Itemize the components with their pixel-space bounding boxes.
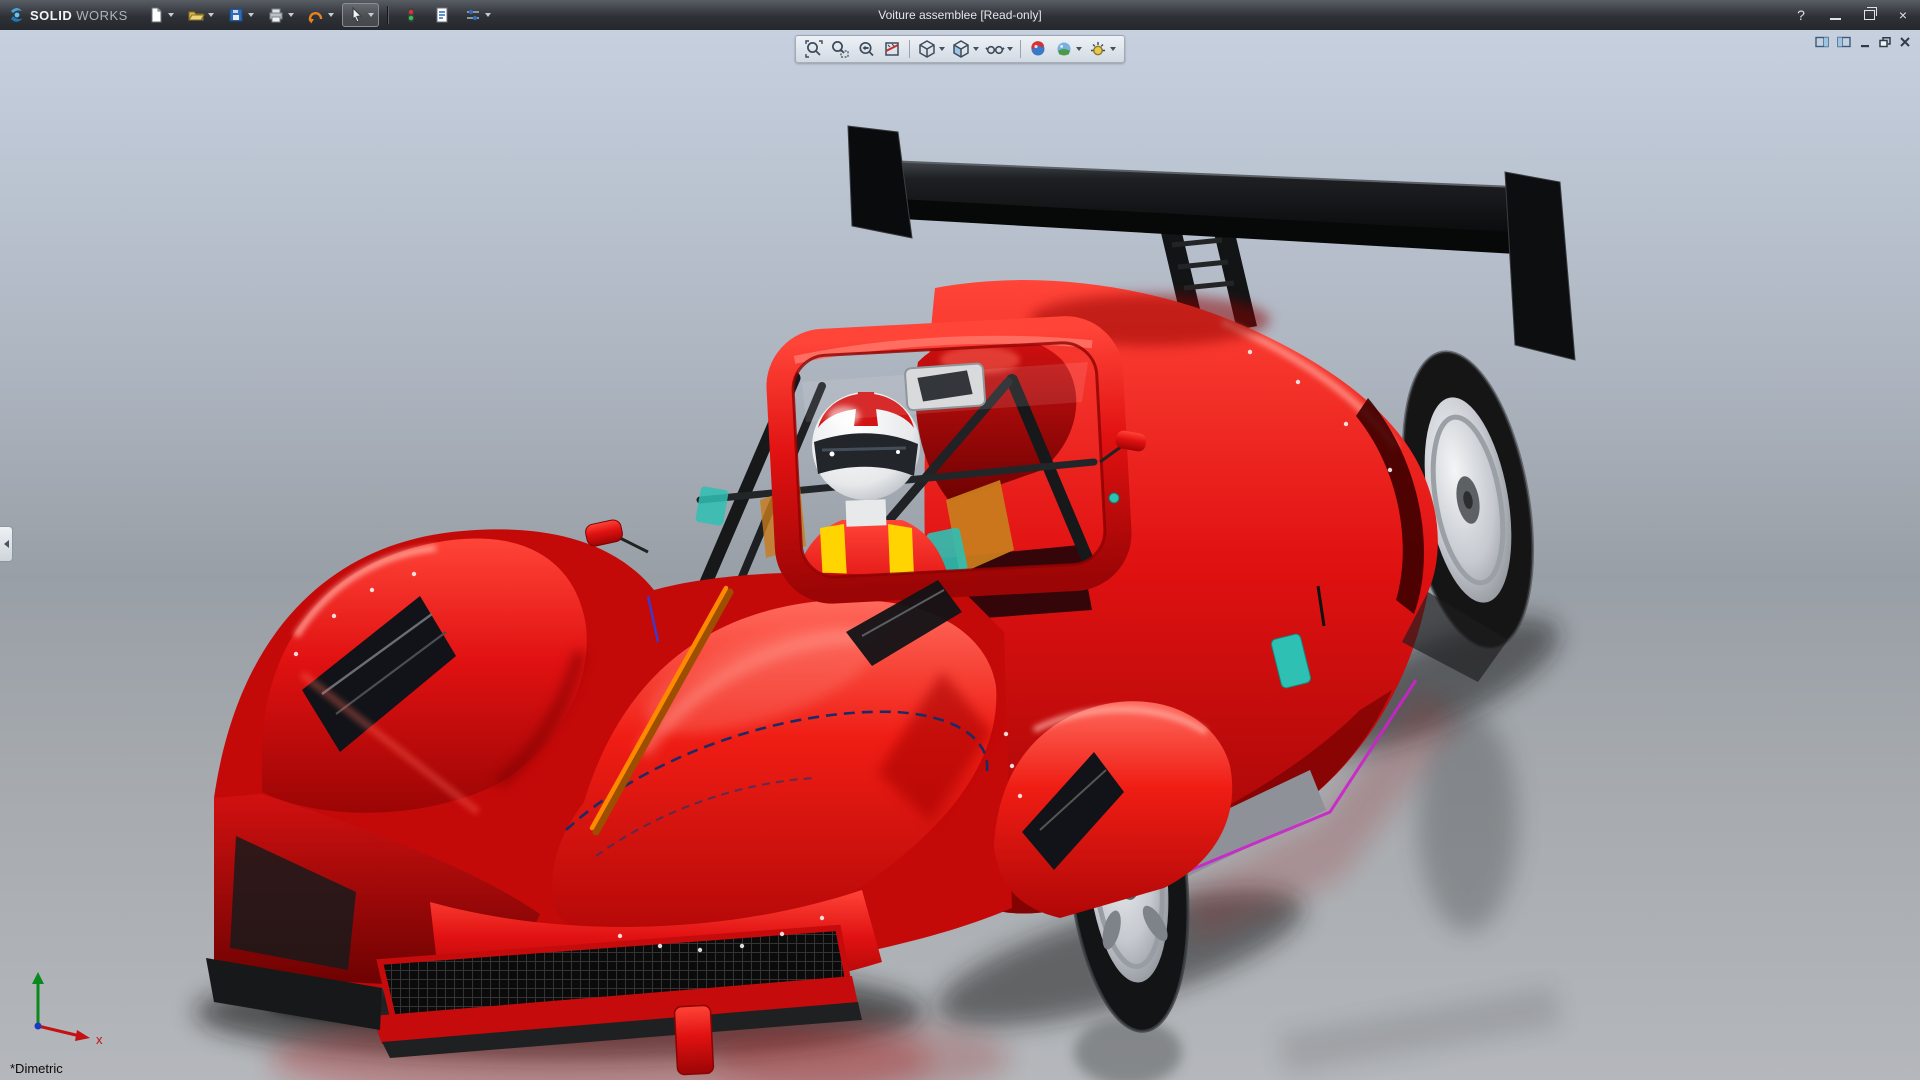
print-icon <box>267 6 285 24</box>
zoom-to-fit-icon <box>804 39 824 59</box>
zoom-to-fit-button[interactable] <box>802 38 826 60</box>
open-button[interactable] <box>182 3 219 27</box>
chevron-down-icon[interactable] <box>973 47 979 51</box>
zoom-to-area-button[interactable] <box>828 38 852 60</box>
view-orientation-cube-icon <box>917 39 937 59</box>
file-properties-button[interactable] <box>428 3 456 27</box>
tow-post[interactable] <box>674 1005 714 1075</box>
dassault-3ds-logo-icon <box>8 6 26 24</box>
view-orientation-label: *Dimetric <box>10 1061 63 1076</box>
toolbar-separator <box>909 40 910 58</box>
section-view-icon <box>882 39 902 59</box>
featuremanager-flyout-tab[interactable] <box>0 526 13 562</box>
close-button[interactable]: × <box>1886 0 1920 30</box>
restore-button[interactable] <box>1852 0 1886 30</box>
new-document-icon <box>147 6 165 24</box>
edit-appearance-button[interactable] <box>1026 38 1050 60</box>
section-view-button[interactable] <box>880 38 904 60</box>
roof-intake[interactable] <box>905 363 986 410</box>
appearance-sphere-icon <box>1028 39 1048 59</box>
rebuild-icon <box>402 6 420 24</box>
help-button[interactable]: ? <box>1784 0 1818 30</box>
file-properties-icon <box>433 6 451 24</box>
doc-close-button[interactable] <box>1898 35 1912 49</box>
chevron-down-icon[interactable] <box>485 13 491 17</box>
chevron-left-icon <box>4 540 9 548</box>
doc-minimize-button[interactable] <box>1858 35 1872 49</box>
chevron-down-icon[interactable] <box>368 13 374 17</box>
brand-solid: SOLID <box>30 8 72 23</box>
display-style-button[interactable] <box>949 38 981 60</box>
task-pane-toggle-button[interactable] <box>1836 35 1852 49</box>
chevron-down-icon[interactable] <box>939 47 945 51</box>
toolbar-separator <box>387 6 389 24</box>
scene-sphere-icon <box>1054 39 1074 59</box>
display-pane-icon <box>1814 35 1830 49</box>
doc-restore-button[interactable] <box>1878 35 1892 49</box>
solidworks-logo: SOLID WORKS <box>0 6 142 24</box>
rebuild-button[interactable] <box>397 3 425 27</box>
options-button[interactable] <box>459 3 496 27</box>
minimize-icon <box>1830 18 1841 20</box>
previous-view-icon <box>856 39 876 59</box>
zoom-to-area-icon <box>830 39 850 59</box>
select-button[interactable] <box>342 3 379 27</box>
chevron-down-icon[interactable] <box>288 13 294 17</box>
headsup-view-toolbar <box>795 35 1125 63</box>
options-icon <box>464 6 482 24</box>
view-settings-icon <box>1088 39 1108 59</box>
view-orientation-button[interactable] <box>915 38 947 60</box>
reference-triad[interactable]: x <box>14 960 114 1050</box>
brand-works: WORKS <box>76 8 128 23</box>
task-pane-icon <box>1836 35 1852 49</box>
chevron-down-icon[interactable] <box>248 13 254 17</box>
save-button[interactable] <box>222 3 259 27</box>
chevron-down-icon[interactable] <box>208 13 214 17</box>
window-controls: ? × <box>1784 0 1920 30</box>
main-toolbar <box>142 3 496 27</box>
apply-scene-button[interactable] <box>1052 38 1084 60</box>
chevron-down-icon[interactable] <box>168 13 174 17</box>
hide-show-items-button[interactable] <box>983 38 1015 60</box>
doc-restore-icon <box>1878 35 1892 49</box>
graphics-area[interactable]: x *Dimetric <box>0 30 1920 1080</box>
doc-minimize-icon <box>1858 35 1872 49</box>
doc-close-icon <box>1898 35 1912 49</box>
new-document-button[interactable] <box>142 3 179 27</box>
undo-icon <box>307 6 325 24</box>
toolbar-separator <box>1020 40 1021 58</box>
titlebar: SOLID WORKS <box>0 0 1920 30</box>
open-folder-icon <box>187 6 205 24</box>
view-settings-button[interactable] <box>1086 38 1118 60</box>
eyeglasses-icon <box>985 39 1005 59</box>
chevron-down-icon[interactable] <box>1007 47 1013 51</box>
previous-view-button[interactable] <box>854 38 878 60</box>
undo-button[interactable] <box>302 3 339 27</box>
3d-scene[interactable] <box>0 30 1920 1080</box>
select-cursor-icon <box>347 6 365 24</box>
minimize-button[interactable] <box>1818 0 1852 30</box>
document-window-controls <box>1814 35 1912 49</box>
display-style-icon <box>951 39 971 59</box>
chevron-down-icon[interactable] <box>1110 47 1116 51</box>
chevron-down-icon[interactable] <box>1076 47 1082 51</box>
triad-x-label: x <box>96 1032 103 1047</box>
save-icon <box>227 6 245 24</box>
print-button[interactable] <box>262 3 299 27</box>
display-pane-toggle-button[interactable] <box>1814 35 1830 49</box>
chevron-down-icon[interactable] <box>328 13 334 17</box>
restore-icon <box>1864 10 1875 20</box>
